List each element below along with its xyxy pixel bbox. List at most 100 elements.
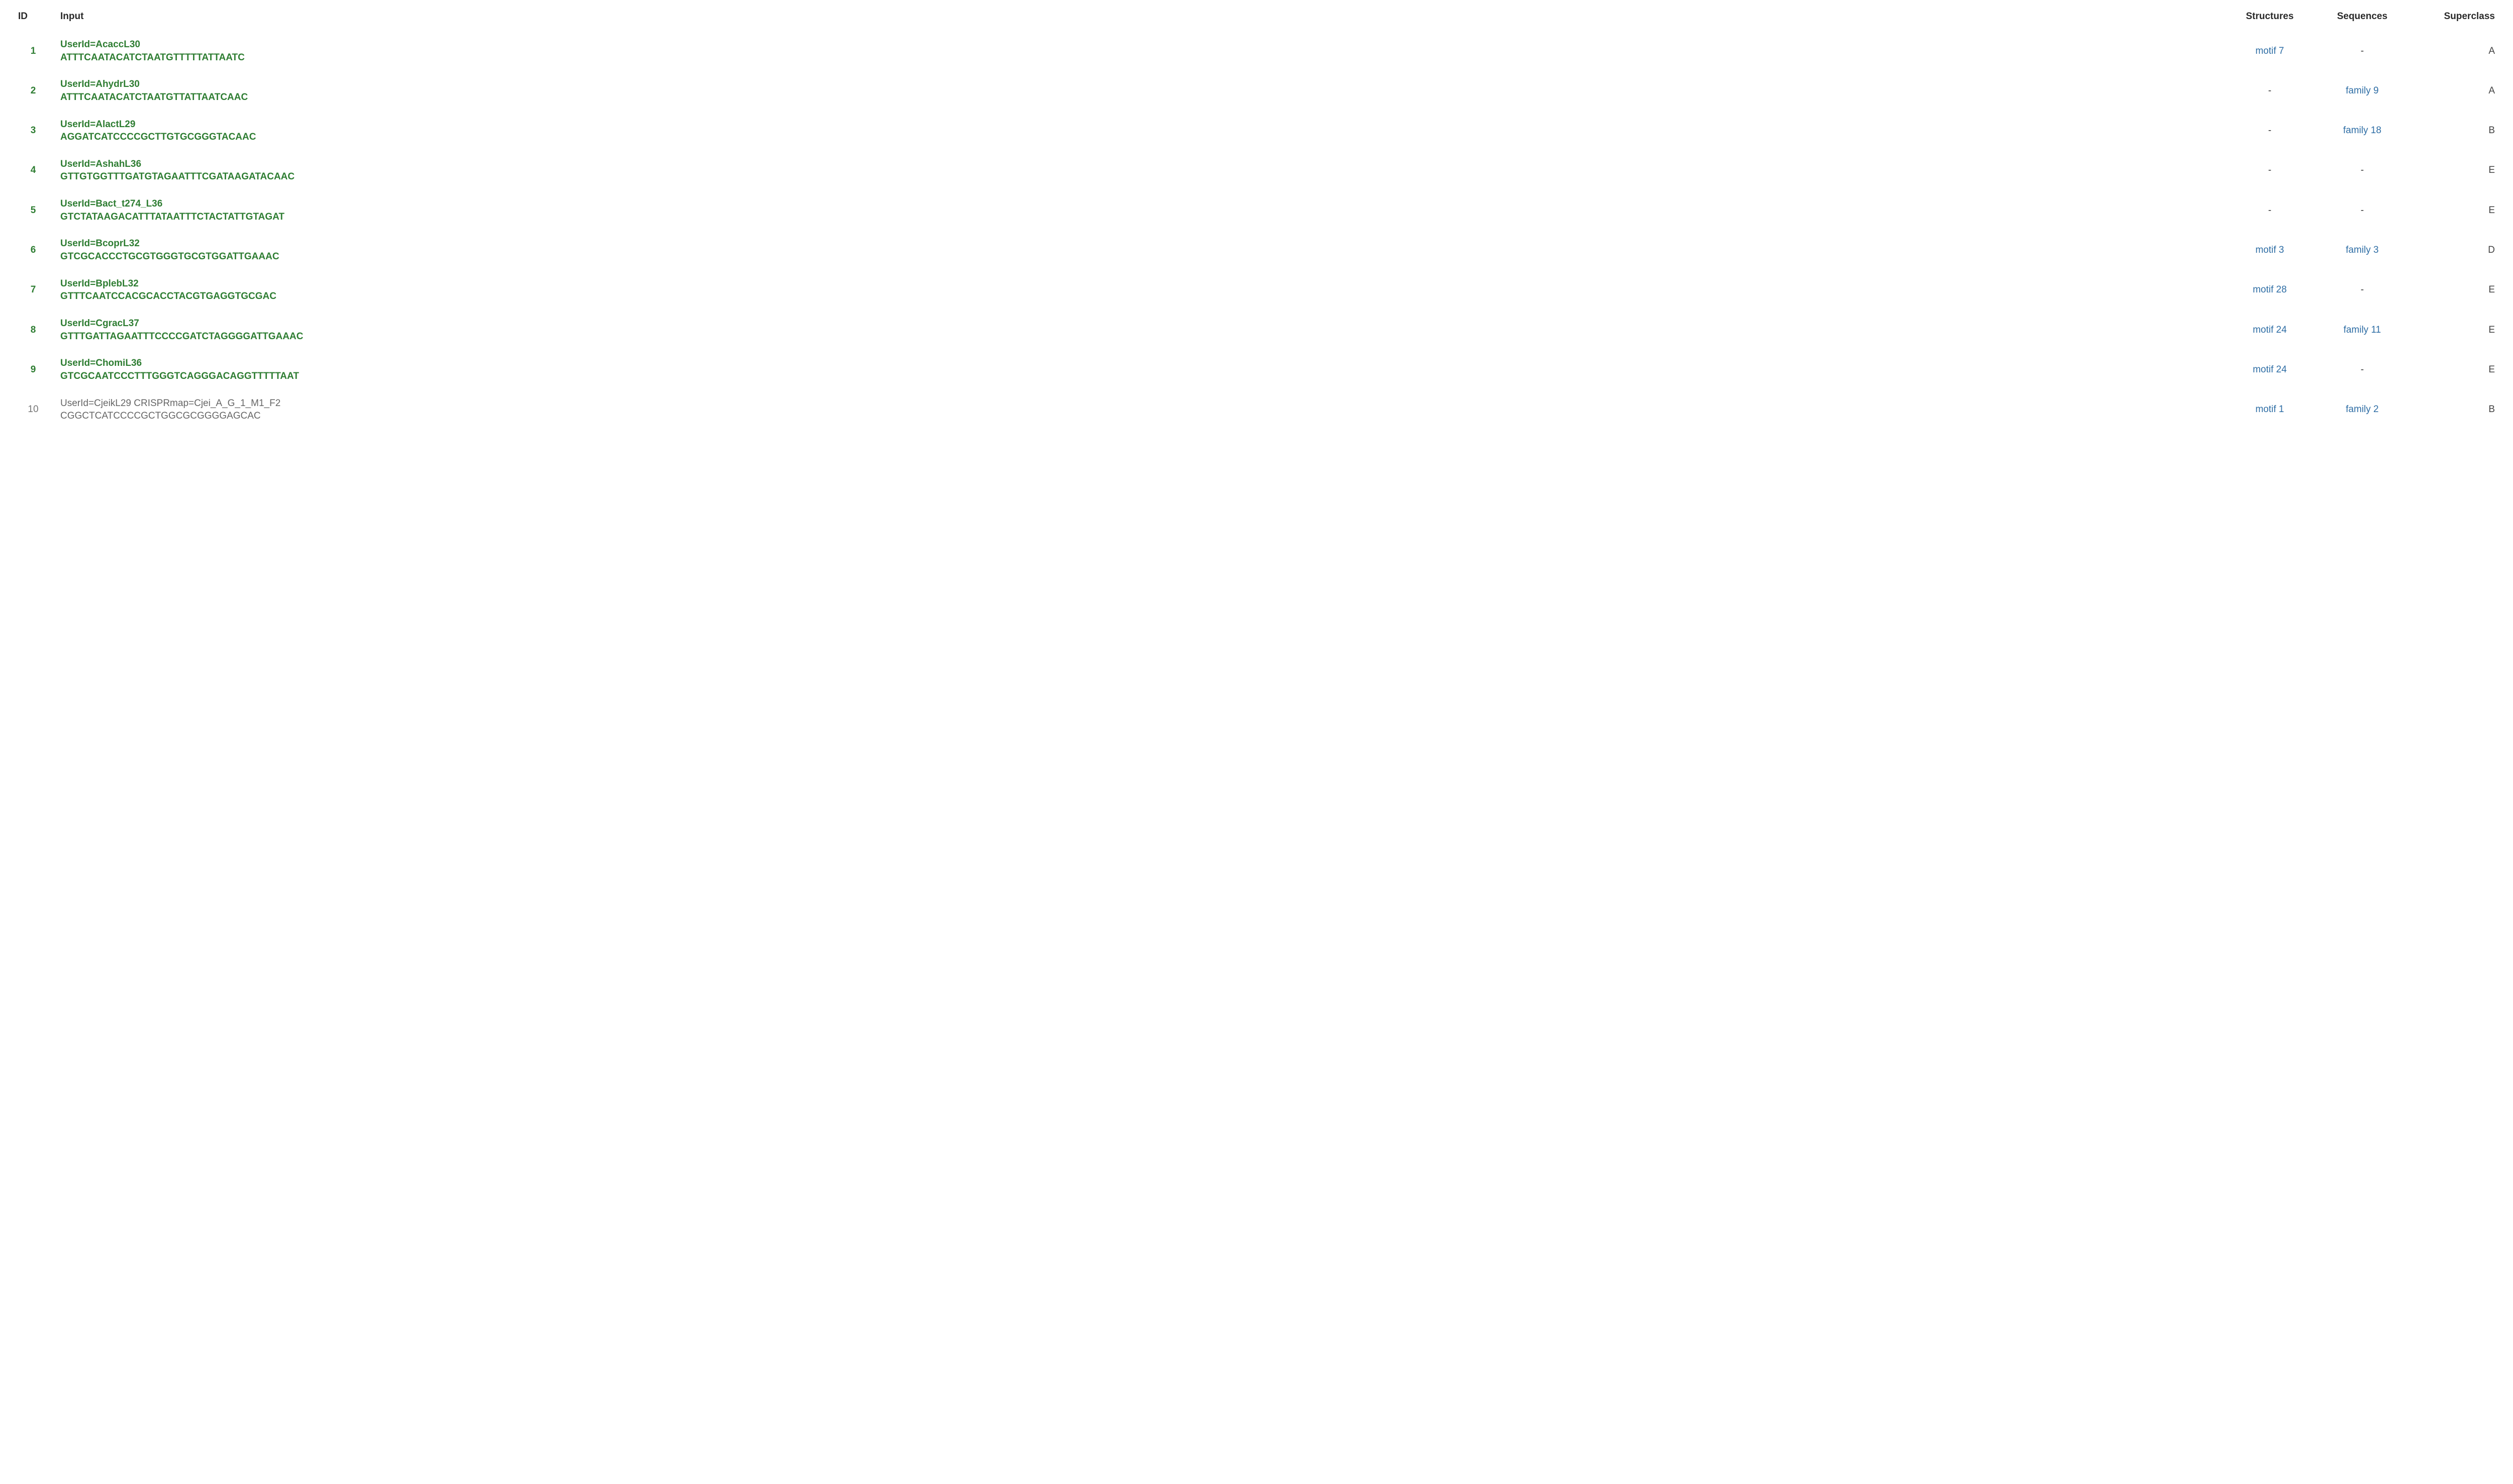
row-sequence: family 2 [2316,390,2408,430]
input-sequence: GTCGCACCCTGCGTGGGTGCGTGGATTGAAAC [60,250,2217,263]
col-header-input: Input [54,6,2224,31]
row-sequence: - [2316,270,2408,310]
row-sequence: family 9 [2316,71,2408,111]
table-row: 9UserId=ChomiL36GTCGCAATCCCTTTGGGTCAGGGA… [12,350,2501,389]
sequence-link[interactable]: family 9 [2346,85,2378,96]
table-row: 5 UserId=Bact_t274_L36GTCTATAAGACATTTATAA… [12,190,2501,230]
col-header-structures: Structures [2224,6,2316,31]
row-id: 1 [12,31,54,71]
results-table: ID Input Structures Sequences Superclass… [12,6,2501,430]
row-sequence: family 18 [2316,111,2408,151]
row-superclass: D [2408,230,2501,270]
row-superclass: A [2408,71,2501,111]
row-id: 7 [12,270,54,310]
row-structure: motif 28 [2224,270,2316,310]
col-header-superclass: Superclass [2408,6,2501,31]
input-sequence: AGGATCATCCCCGCTTGTGCGGGTACAAC [60,131,2217,144]
input-userid: UserId=Bact_t274_L36 [60,197,2217,211]
row-sequence: - [2316,350,2408,389]
structure-value: - [2268,125,2271,136]
structure-value: - [2268,205,2271,216]
col-header-id: ID [12,6,54,31]
structure-link[interactable]: motif 28 [2253,284,2287,295]
row-sequence: family 11 [2316,310,2408,350]
row-superclass: E [2408,270,2501,310]
row-superclass: E [2408,151,2501,190]
structure-link[interactable]: motif 1 [2255,404,2284,415]
row-structure: motif 24 [2224,350,2316,389]
sequence-link[interactable]: family 3 [2346,245,2378,255]
structure-link[interactable]: motif 24 [2253,364,2287,375]
structure-link[interactable]: motif 3 [2255,245,2284,255]
row-input: UserId=CgracL37GTTTGATTAGAATTTCCCCGATCTA… [54,310,2224,350]
row-superclass: E [2408,190,2501,230]
input-sequence: ATTTCAATACATCTAATGTTATTAATCAAC [60,91,2217,104]
sequence-value: - [2361,205,2364,216]
table-row: 3UserId=AlactL29AGGATCATCCCCGCTTGTGCGGGT… [12,111,2501,151]
row-id: 10 [12,390,54,430]
input-userid: UserId=BplebL32 [60,277,2217,290]
row-input: UserId=BplebL32GTTTCAATCCACGCACCTACGTGAG… [54,270,2224,310]
row-superclass: E [2408,350,2501,389]
row-sequence: family 3 [2316,230,2408,270]
table-row: 7UserId=BplebL32GTTTCAATCCACGCACCTACGTGA… [12,270,2501,310]
row-input: UserId=CjeikL29 CRISPRmap=Cjei_A_G_1_M1_… [54,390,2224,430]
input-userid: UserId=ChomiL36 [60,357,2217,370]
row-superclass: B [2408,111,2501,151]
row-structure: motif 24 [2224,310,2316,350]
row-input: UserId=AshahL36GTTGTGGTTTGATGTAGAATTTCGA… [54,151,2224,190]
row-structure: motif 1 [2224,390,2316,430]
input-sequence: GTCGCAATCCCTTTGGGTCAGGGACAGGTTTTTAAT [60,370,2217,383]
row-sequence: - [2316,31,2408,71]
row-id: 4 [12,151,54,190]
input-userid: UserId=AshahL36 [60,158,2217,171]
row-id: 6 [12,230,54,270]
structure-value: - [2268,165,2271,175]
col-header-sequences: Sequences [2316,6,2408,31]
sequence-value: - [2361,284,2364,295]
input-sequence: CGGCTCATCCCCGCTGGCGCGGGGAGCAC [60,410,2217,423]
sequence-value: - [2361,165,2364,175]
row-id: 2 [12,71,54,111]
table-row: 8UserId=CgracL37GTTTGATTAGAATTTCCCCGATCT… [12,310,2501,350]
table-row: 1UserId=AcaccL30ATTTCAATACATCTAATGTTTTTA… [12,31,2501,71]
row-structure: - [2224,111,2316,151]
input-userid: UserId=AcaccL30 [60,38,2217,51]
input-userid: UserId=CjeikL29 CRISPRmap=Cjei_A_G_1_M1_… [60,397,2217,410]
row-input: UserId=AcaccL30ATTTCAATACATCTAATGTTTTTAT… [54,31,2224,71]
input-sequence: ATTTCAATACATCTAATGTTTTTATTAATC [60,51,2217,64]
input-userid: UserId=AlactL29 [60,118,2217,131]
sequence-link[interactable]: family 18 [2343,125,2381,136]
row-superclass: A [2408,31,2501,71]
row-structure: - [2224,151,2316,190]
row-structure: - [2224,71,2316,111]
structure-value: - [2268,85,2271,96]
sequence-link[interactable]: family 2 [2346,404,2378,415]
row-input: UserId=AhydrL30ATTTCAATACATCTAATGTTATTAA… [54,71,2224,111]
sequence-link[interactable]: family 11 [2344,325,2381,335]
table-row: 4UserId=AshahL36GTTGTGGTTTGATGTAGAATTTCG… [12,151,2501,190]
sequence-value: - [2361,46,2364,56]
row-input: UserId=AlactL29AGGATCATCCCCGCTTGTGCGGGTA… [54,111,2224,151]
row-input: UserId=BcoprL32GTCGCACCCTGCGTGGGTGCGTGGA… [54,230,2224,270]
row-id: 5 [12,190,54,230]
input-userid: UserId=CgracL37 [60,317,2217,330]
structure-link[interactable]: motif 7 [2255,46,2284,56]
table-header-row: ID Input Structures Sequences Superclass [12,6,2501,31]
input-sequence: GTTTGATTAGAATTTCCCCGATCTAGGGGATTGAAAC [60,330,2217,343]
structure-link[interactable]: motif 24 [2253,325,2287,335]
input-userid: UserId=AhydrL30 [60,78,2217,91]
row-sequence: - [2316,151,2408,190]
sequence-value: - [2361,364,2364,375]
row-superclass: B [2408,390,2501,430]
row-structure: - [2224,190,2316,230]
table-row: 2UserId=AhydrL30ATTTCAATACATCTAATGTTATTA… [12,71,2501,111]
row-structure: motif 7 [2224,31,2316,71]
table-row: 10 UserId=CjeikL29 CRISPRmap=Cjei_A_G_1_M… [12,390,2501,430]
row-id: 8 [12,310,54,350]
row-input: UserId=ChomiL36GTCGCAATCCCTTTGGGTCAGGGAC… [54,350,2224,389]
row-sequence: - [2316,190,2408,230]
input-sequence: GTCTATAAGACATTTATAATTTCTACTATTGTAGAT [60,211,2217,224]
row-id: 3 [12,111,54,151]
row-structure: motif 3 [2224,230,2316,270]
